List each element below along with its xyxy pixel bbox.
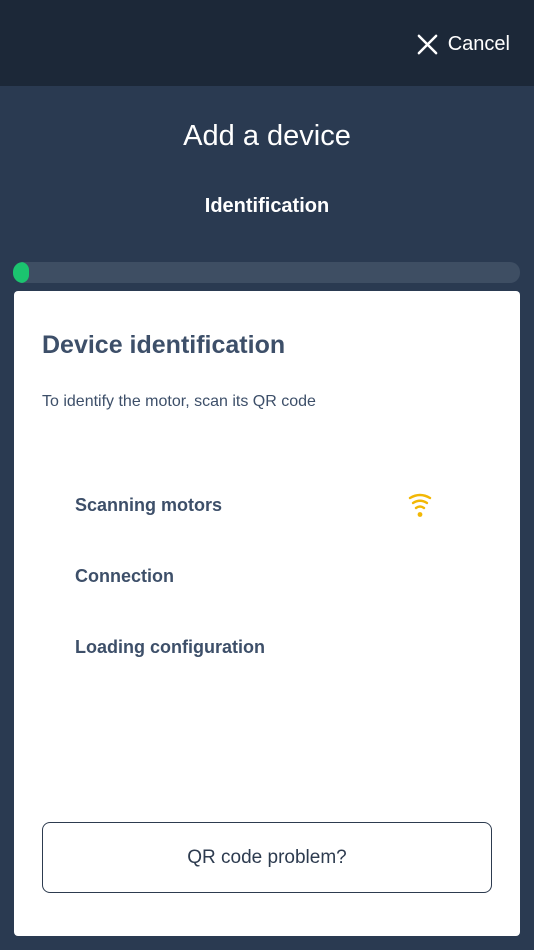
step-loading-configuration: Loading configuration: [75, 637, 265, 657]
close-icon: [416, 33, 439, 56]
card-title: Device identification: [42, 331, 286, 359]
qr-code-problem-button[interactable]: QR code problem?: [42, 822, 492, 893]
step-scanning-motors: Scanning motors: [75, 495, 223, 515]
top-bar: Cancel: [0, 0, 534, 86]
cancel-button[interactable]: Cancel: [416, 28, 510, 60]
step-subtitle: Identification: [204, 195, 330, 217]
step-connection: Connection: [75, 566, 174, 586]
header: [0, 86, 534, 291]
page-title: Add a device: [183, 120, 351, 152]
card-description: To identify the motor, scan its QR code: [42, 393, 316, 410]
identification-card: Device identification To identify the mo…: [14, 291, 520, 936]
progress-bar: [13, 262, 520, 283]
cancel-label: Cancel: [447, 32, 510, 55]
wifi-scanning-icon: [408, 493, 432, 519]
progress-fill: [13, 262, 29, 283]
